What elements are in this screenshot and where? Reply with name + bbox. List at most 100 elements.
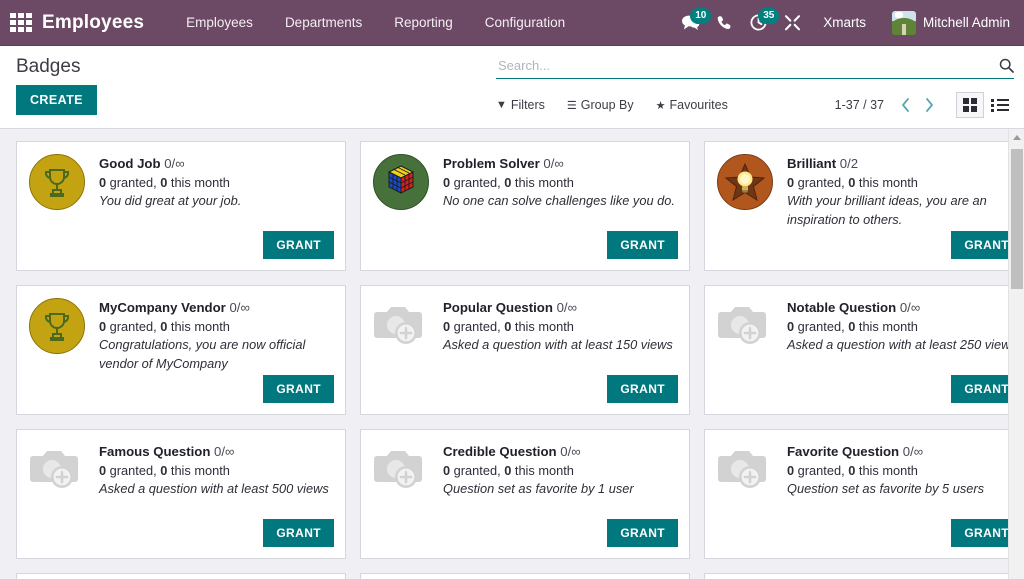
badge-card[interactable]: MyCompany Vendor 0/∞ 0 granted, 0 this m… [16, 285, 346, 415]
badge-card[interactable]: Popular Question 0/∞ 0 granted, 0 this m… [360, 285, 690, 415]
scroll-up-arrow-icon[interactable] [1009, 129, 1024, 145]
badge-description: Question set as favorite by 1 user [443, 480, 677, 499]
badge-granted-label: granted, [794, 175, 848, 190]
grant-button[interactable]: GRANT [263, 375, 334, 403]
filters-button[interactable]: ▼ Filters [496, 98, 545, 112]
badge-card[interactable]: Credible Question 0/∞ 0 granted, 0 this … [360, 429, 690, 559]
grant-button[interactable]: GRANT [607, 231, 678, 259]
company-switcher[interactable]: Xmarts [809, 15, 880, 30]
trophy-badge-icon [29, 298, 85, 354]
badge-granted-label: granted, [106, 463, 160, 478]
badge-month-label: this month [855, 463, 918, 478]
badge-description: Asked a question with at least 250 views [787, 336, 1021, 355]
badge-card[interactable] [704, 573, 1024, 579]
grant-button[interactable]: GRANT [607, 519, 678, 547]
badge-limit: 0/∞ [560, 444, 580, 459]
badge-limit: 0/∞ [903, 444, 923, 459]
badge-stats: 0 granted, 0 this month [99, 173, 333, 192]
phone-button[interactable] [707, 0, 741, 46]
vertical-scrollbar[interactable] [1008, 129, 1024, 579]
search-icon[interactable] [993, 58, 1014, 73]
grant-button[interactable]: GRANT [263, 231, 334, 259]
pager-next-button[interactable] [918, 94, 940, 116]
scroll-thumb[interactable] [1011, 149, 1023, 289]
badge-card[interactable]: Brilliant 0/2 0 granted, 0 this month Wi… [704, 141, 1024, 271]
badge-month-label: this month [167, 175, 230, 190]
view-switcher [956, 92, 1014, 118]
search-input[interactable] [496, 58, 993, 73]
badge-description: You did great at your job. [99, 192, 333, 211]
image-placeholder-camera-icon [717, 298, 773, 354]
badge-name: Good Job [99, 156, 161, 171]
badge-stats: 0 granted, 0 this month [787, 173, 1021, 192]
badge-month-label: this month [167, 463, 230, 478]
star-icon: ★ [656, 99, 666, 112]
badge-month-label: this month [511, 463, 574, 478]
favourites-button[interactable]: ★ Favourites [656, 98, 728, 112]
badge-name: Notable Question [787, 300, 896, 315]
badge-limit: 0/∞ [229, 300, 249, 315]
user-menu[interactable]: Mitchell Admin [923, 15, 1010, 30]
kanban-view-button[interactable] [956, 92, 984, 118]
page-title: Badges [16, 56, 496, 78]
badge-description: Question set as favorite by 5 users [787, 480, 1021, 499]
grant-button[interactable]: GRANT [607, 375, 678, 403]
badge-name: Problem Solver [443, 156, 540, 171]
badge-granted-label: granted, [106, 319, 160, 334]
grant-button[interactable]: GRANT [263, 519, 334, 547]
star-lightbulb-badge-icon [717, 154, 773, 210]
badge-card[interactable] [16, 573, 346, 579]
badge-granted-label: granted, [106, 175, 160, 190]
badge-card[interactable]: Notable Question 0/∞ 0 granted, 0 this m… [704, 285, 1024, 415]
top-navbar: Employees Employees Departments Reportin… [0, 0, 1024, 46]
badge-title: Good Job 0/∞ [99, 155, 333, 173]
badge-limit: 0/∞ [214, 444, 234, 459]
badge-card[interactable] [360, 573, 690, 579]
badge-card[interactable]: Problem Solver 0/∞ 0 granted, 0 this mon… [360, 141, 690, 271]
filter-caret-icon: ▼ [496, 99, 507, 111]
messages-button[interactable]: 10 [673, 0, 707, 46]
image-placeholder-camera-icon [29, 442, 85, 498]
control-panel-right: ▼ Filters ☰ Group By ★ Favourites 1-37 /… [496, 46, 1014, 128]
list-view-icon [991, 99, 1009, 112]
tools-button[interactable] [775, 0, 809, 46]
list-view-button[interactable] [986, 92, 1014, 118]
badge-card[interactable]: Favorite Question 0/∞ 0 granted, 0 this … [704, 429, 1024, 559]
badge-month-label: this month [511, 319, 574, 334]
badge-granted-label: granted, [450, 175, 504, 190]
badge-month-label: this month [855, 319, 918, 334]
badge-stats: 0 granted, 0 this month [443, 461, 677, 480]
nav-menu-configuration[interactable]: Configuration [469, 0, 581, 46]
apps-grid-icon[interactable] [8, 12, 34, 34]
badge-name: Famous Question [99, 444, 210, 459]
nav-menu-departments[interactable]: Departments [269, 0, 378, 46]
badge-limit: 0/2 [840, 156, 858, 171]
badge-stats: 0 granted, 0 this month [443, 173, 677, 192]
badge-stats: 0 granted, 0 this month [99, 461, 333, 480]
badge-card[interactable]: Famous Question 0/∞ 0 granted, 0 this mo… [16, 429, 346, 559]
user-avatar[interactable] [892, 11, 916, 35]
badge-title: Famous Question 0/∞ [99, 443, 333, 461]
badge-granted-label: granted, [794, 319, 848, 334]
group-by-button[interactable]: ☰ Group By [567, 98, 634, 112]
rubiks-cube-badge-icon [373, 154, 429, 210]
badge-stats: 0 granted, 0 this month [99, 317, 333, 336]
group-by-label: Group By [581, 98, 634, 112]
image-placeholder-camera-icon [373, 442, 429, 498]
badge-granted-label: granted, [450, 463, 504, 478]
create-button[interactable]: CREATE [16, 85, 97, 115]
badge-title: Brilliant 0/2 [787, 155, 1021, 173]
search-bar[interactable] [496, 55, 1014, 79]
badge-card[interactable]: Good Job 0/∞ 0 granted, 0 this month You… [16, 141, 346, 271]
badge-stats: 0 granted, 0 this month [787, 461, 1021, 480]
app-brand-title[interactable]: Employees [42, 12, 144, 34]
control-panel: Badges CREATE ▼ Filters ☰ Group By ★ [0, 46, 1024, 129]
badge-stats: 0 granted, 0 this month [443, 317, 677, 336]
badge-description: Asked a question with at least 500 views [99, 480, 333, 499]
badge-title: Credible Question 0/∞ [443, 443, 677, 461]
badge-title: Popular Question 0/∞ [443, 299, 677, 317]
pager-previous-button[interactable] [894, 94, 916, 116]
nav-menu-employees[interactable]: Employees [170, 0, 269, 46]
activities-button[interactable]: 35 [741, 0, 775, 46]
nav-menu-reporting[interactable]: Reporting [378, 0, 469, 46]
